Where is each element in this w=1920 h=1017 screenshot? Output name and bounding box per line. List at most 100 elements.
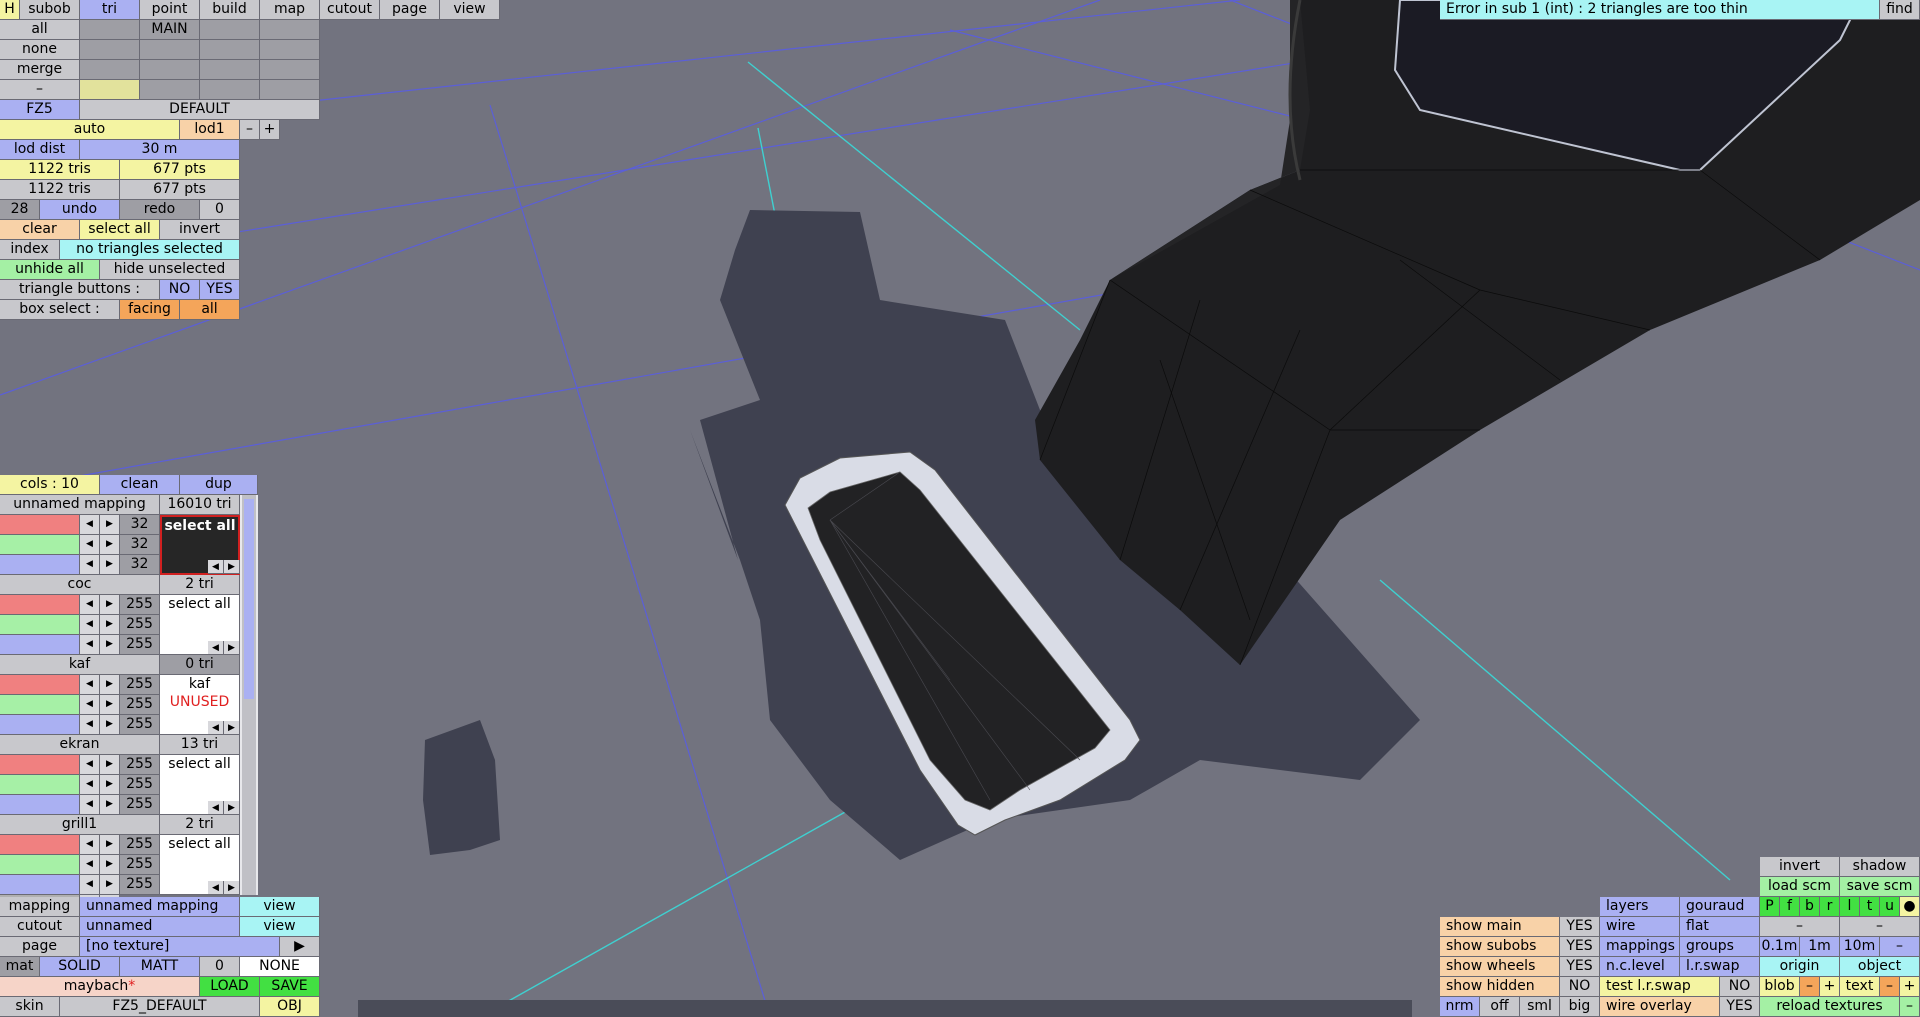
sel-cell[interactable] [260, 20, 320, 40]
unhide-all-button[interactable]: unhide all [0, 260, 100, 280]
arrow-left-icon[interactable]: ◀ [80, 515, 100, 535]
color-slider[interactable] [0, 775, 80, 795]
text-plus[interactable]: + [1900, 977, 1920, 997]
show-main-toggle[interactable]: YES [1560, 917, 1600, 937]
channel-value[interactable]: 32 [120, 555, 160, 575]
color-slider[interactable] [0, 715, 80, 735]
lod-plus-button[interactable]: + [260, 120, 280, 140]
channel-value[interactable]: 32 [120, 515, 160, 535]
merge-button[interactable]: merge [0, 60, 80, 80]
show-wheels-toggle[interactable]: YES [1560, 957, 1600, 977]
save-button[interactable]: SAVE [260, 977, 320, 997]
default-button[interactable]: DEFAULT [80, 100, 320, 120]
invert-button[interactable]: invert [160, 220, 240, 240]
arrow-left-icon[interactable]: ◀ [80, 695, 100, 715]
color-slider[interactable] [0, 595, 80, 615]
cols-count[interactable]: cols : 10 [0, 475, 100, 495]
arrow-left-icon[interactable]: ◀ [80, 755, 100, 775]
nrm-button[interactable]: nrm [1440, 997, 1480, 1017]
solid-button[interactable]: SOLID [40, 957, 120, 977]
h-button[interactable]: H [0, 0, 20, 20]
layer-toggle[interactable]: t [1860, 897, 1880, 917]
color-slider[interactable] [0, 635, 80, 655]
select-all-button[interactable]: select all [80, 220, 160, 240]
sel-cell[interactable] [200, 40, 260, 60]
3d-viewport[interactable] [0, 0, 1920, 1017]
reload-minus[interactable]: – [1900, 997, 1920, 1017]
arrow-right-icon[interactable]: ▶ [100, 775, 120, 795]
layers-button[interactable]: layers [1600, 897, 1680, 917]
matt-button[interactable]: MATT [120, 957, 200, 977]
groups-button[interactable]: groups [1680, 937, 1760, 957]
arrow-right-icon[interactable]: ▶ [224, 881, 240, 895]
invert-view-button[interactable]: invert [1760, 857, 1840, 877]
lod-minus-button[interactable]: – [240, 120, 260, 140]
sel-cell[interactable] [200, 60, 260, 80]
arrow-left-icon[interactable]: ◀ [80, 875, 100, 895]
arrow-right-icon[interactable]: ▶ [100, 695, 120, 715]
color-slider[interactable] [0, 795, 80, 815]
arrow-right-icon[interactable]: ▶ [100, 675, 120, 695]
sel-cell[interactable] [260, 60, 320, 80]
arrow-left-icon[interactable]: ◀ [80, 675, 100, 695]
color-slider[interactable] [0, 835, 80, 855]
sel-cell[interactable] [80, 40, 140, 60]
channel-value[interactable]: 255 [120, 775, 160, 795]
color-slider[interactable] [0, 695, 80, 715]
select-none[interactable]: none [0, 40, 80, 60]
sel-cell-highlight[interactable] [80, 80, 140, 100]
layer-toggle[interactable]: r [1820, 897, 1840, 917]
arrow-right-icon[interactable]: ▶ [224, 641, 240, 655]
materials-scrollbar[interactable] [242, 495, 256, 895]
channel-value[interactable]: 255 [120, 755, 160, 775]
tab-build[interactable]: build [200, 0, 260, 20]
layer-toggle[interactable]: l [1840, 897, 1860, 917]
mappings-button[interactable]: mappings [1600, 937, 1680, 957]
channel-value[interactable]: 255 [120, 595, 160, 615]
arrow-left-icon[interactable]: ◀ [208, 721, 224, 735]
arrow-left-icon[interactable]: ◀ [208, 641, 224, 655]
none-field[interactable]: NONE [240, 957, 320, 977]
sel-cell[interactable] [260, 80, 320, 100]
load-button[interactable]: LOAD [200, 977, 260, 997]
arrow-right-icon[interactable]: ▶ [100, 515, 120, 535]
test-lr-swap-toggle[interactable]: NO [1720, 977, 1760, 997]
arrow-left-icon[interactable]: ◀ [208, 560, 224, 574]
color-slider[interactable] [0, 875, 80, 895]
select-all-subob[interactable]: all [0, 20, 80, 40]
gouraud-button[interactable]: gouraud [1680, 897, 1760, 917]
arrow-left-icon[interactable]: ◀ [208, 881, 224, 895]
sel-cell[interactable] [260, 40, 320, 60]
arrow-left-icon[interactable]: ◀ [80, 635, 100, 655]
arrow-right-icon[interactable]: ▶ [100, 855, 120, 875]
arrow-left-icon[interactable]: ◀ [80, 615, 100, 635]
arrow-right-icon[interactable]: ▶ [100, 795, 120, 815]
triangle-buttons-yes[interactable]: YES [200, 280, 240, 300]
wire-overlay-toggle[interactable]: YES [1720, 997, 1760, 1017]
redo-button[interactable]: redo [120, 200, 200, 220]
arrow-right-icon[interactable]: ▶ [100, 755, 120, 775]
blob-minus[interactable]: – [1800, 977, 1820, 997]
arrow-right-icon[interactable]: ▶ [100, 635, 120, 655]
load-scm-button[interactable]: load scm [1760, 877, 1840, 897]
arrow-left-icon[interactable]: ◀ [80, 715, 100, 735]
cutout-view-button[interactable]: view [240, 917, 320, 937]
grid-dash[interactable]: – [1880, 937, 1920, 957]
arrow-left-icon[interactable]: ◀ [80, 535, 100, 555]
arrow-left-icon[interactable]: ◀ [80, 795, 100, 815]
layer-toggle[interactable]: f [1780, 897, 1800, 917]
color-slider[interactable] [0, 675, 80, 695]
arrow-right-icon[interactable]: ▶ [100, 835, 120, 855]
mapping-select[interactable]: unnamed mapping [80, 897, 240, 917]
channel-value[interactable]: 255 [120, 615, 160, 635]
origin-button[interactable]: origin [1760, 957, 1840, 977]
off-button[interactable]: off [1480, 997, 1520, 1017]
channel-value[interactable]: 255 [120, 675, 160, 695]
channel-value[interactable]: 255 [120, 795, 160, 815]
lod1-button[interactable]: lod1 [180, 120, 240, 140]
index-button[interactable]: index [0, 240, 60, 260]
sel-cell[interactable] [80, 20, 140, 40]
page-select[interactable]: [no texture] [80, 937, 280, 957]
layer-toggle[interactable]: P [1760, 897, 1780, 917]
sel-cell[interactable] [140, 60, 200, 80]
